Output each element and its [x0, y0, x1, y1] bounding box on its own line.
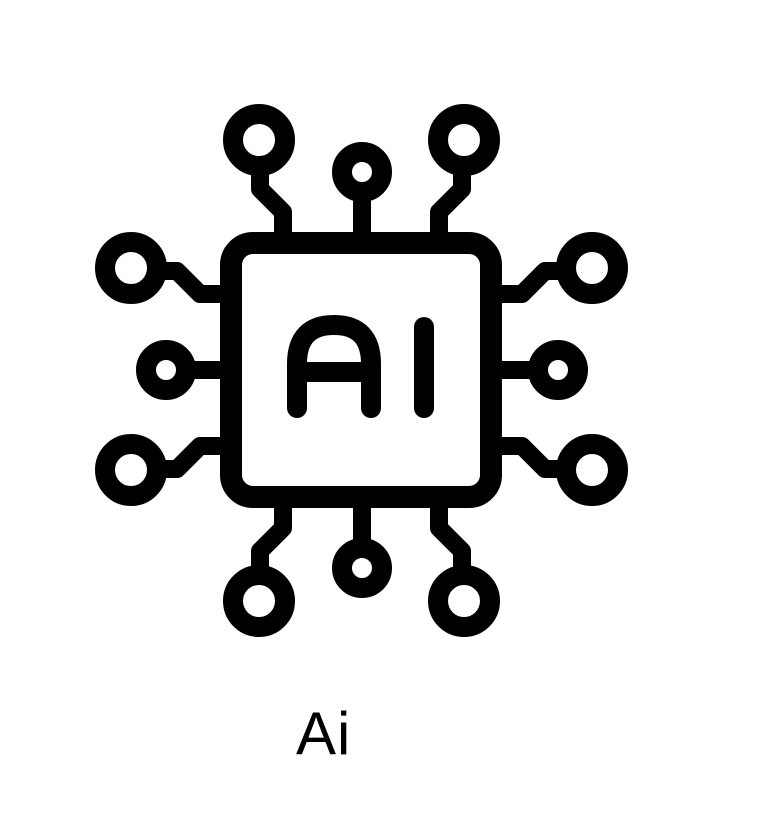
pin-top-left — [251, 157, 292, 241]
icon-caption: Ai — [296, 700, 352, 767]
pin-bottom-left — [251, 499, 292, 583]
pad-bottom-left — [223, 565, 295, 637]
pin-top-right — [430, 157, 471, 241]
pad-top-left — [223, 104, 295, 176]
ai-chip-icon — [95, 104, 628, 637]
pad-left-top — [95, 232, 167, 304]
pad-top-center — [332, 142, 392, 202]
pin-right-top — [493, 262, 574, 303]
pad-bottom-right — [428, 565, 500, 637]
top-pads — [223, 104, 500, 202]
chip-label-glyph — [287, 315, 434, 418]
pin-right-bottom — [493, 437, 574, 478]
pad-left-bottom — [95, 434, 167, 506]
pad-right-bottom — [556, 434, 628, 506]
pad-top-right — [428, 104, 500, 176]
bottom-pads — [223, 538, 500, 637]
pin-left-top — [148, 262, 229, 303]
pad-left-center — [136, 340, 196, 400]
pad-right-top — [556, 232, 628, 304]
pad-bottom-center — [332, 538, 392, 598]
ai-chip-icon-container — [0, 0, 764, 680]
pin-bottom-right — [430, 499, 471, 583]
pad-right-center — [528, 340, 588, 400]
right-pads — [528, 232, 628, 506]
